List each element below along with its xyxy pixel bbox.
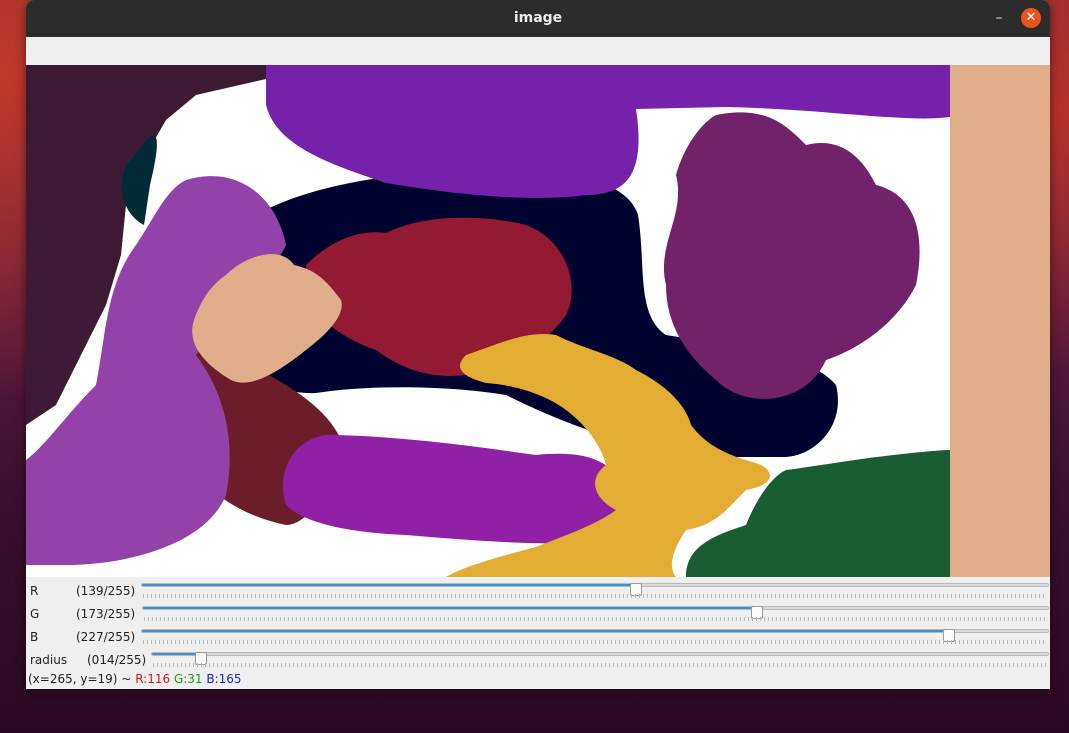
image-window: image – ✕ R (139/255) G (173/255) B (227… (26, 0, 1050, 689)
color-swatch (950, 65, 1050, 577)
title-bar[interactable]: image – ✕ (26, 0, 1050, 37)
trackbar-radius: radius (014/255) (26, 648, 1050, 671)
trackbar-r-fill (142, 584, 636, 586)
paint-canvas[interactable] (26, 65, 1050, 577)
trackbar-r-value: (139/255) (76, 584, 136, 598)
trackbar-b: B (227/255) (26, 625, 1050, 648)
trackbar-r: R (139/255) (26, 579, 1050, 602)
trackbar-g-fill (143, 607, 757, 609)
trackbar-g-ticks (144, 617, 1047, 621)
canvas-drawing (26, 65, 1050, 577)
trackbar-b-value: (227/255) (76, 630, 136, 644)
minimize-button[interactable]: – (989, 8, 1009, 28)
trackbar-g-value: (173/255) (76, 607, 136, 621)
trackbar-b-fill (142, 630, 949, 632)
trackbar-g: G (173/255) (26, 602, 1050, 625)
trackbar-r-slider[interactable] (141, 583, 1049, 596)
trackbar-g-slider[interactable] (142, 606, 1049, 619)
trackbar-b-ticks (143, 640, 1047, 644)
status-r-value: R:116 (135, 672, 171, 686)
trackbar-panel: R (139/255) G (173/255) B (227/255) radi… (26, 577, 1050, 689)
status-coords: (x=265, y=19) ~ (28, 672, 132, 686)
trackbar-g-label: G (30, 607, 40, 621)
trackbar-radius-slider[interactable] (151, 652, 1049, 665)
toolbar (26, 37, 1050, 65)
trackbar-r-label: R (30, 584, 39, 598)
status-bar: (x=265, y=19) ~ R:116 G:31 B:165 (28, 672, 242, 686)
trackbar-radius-fill (152, 653, 202, 655)
window-title: image (513, 10, 563, 26)
trackbar-radius-ticks (153, 663, 1047, 667)
trackbar-radius-value: (014/255) (87, 653, 147, 667)
trackbar-r-ticks (143, 594, 1047, 598)
trackbar-radius-label: radius (30, 653, 68, 667)
trackbar-b-slider[interactable] (141, 629, 1049, 642)
status-b-value: B:165 (206, 672, 242, 686)
status-g-value: G:31 (173, 672, 203, 686)
close-button[interactable]: ✕ (1021, 8, 1041, 28)
trackbar-b-label: B (30, 630, 39, 644)
